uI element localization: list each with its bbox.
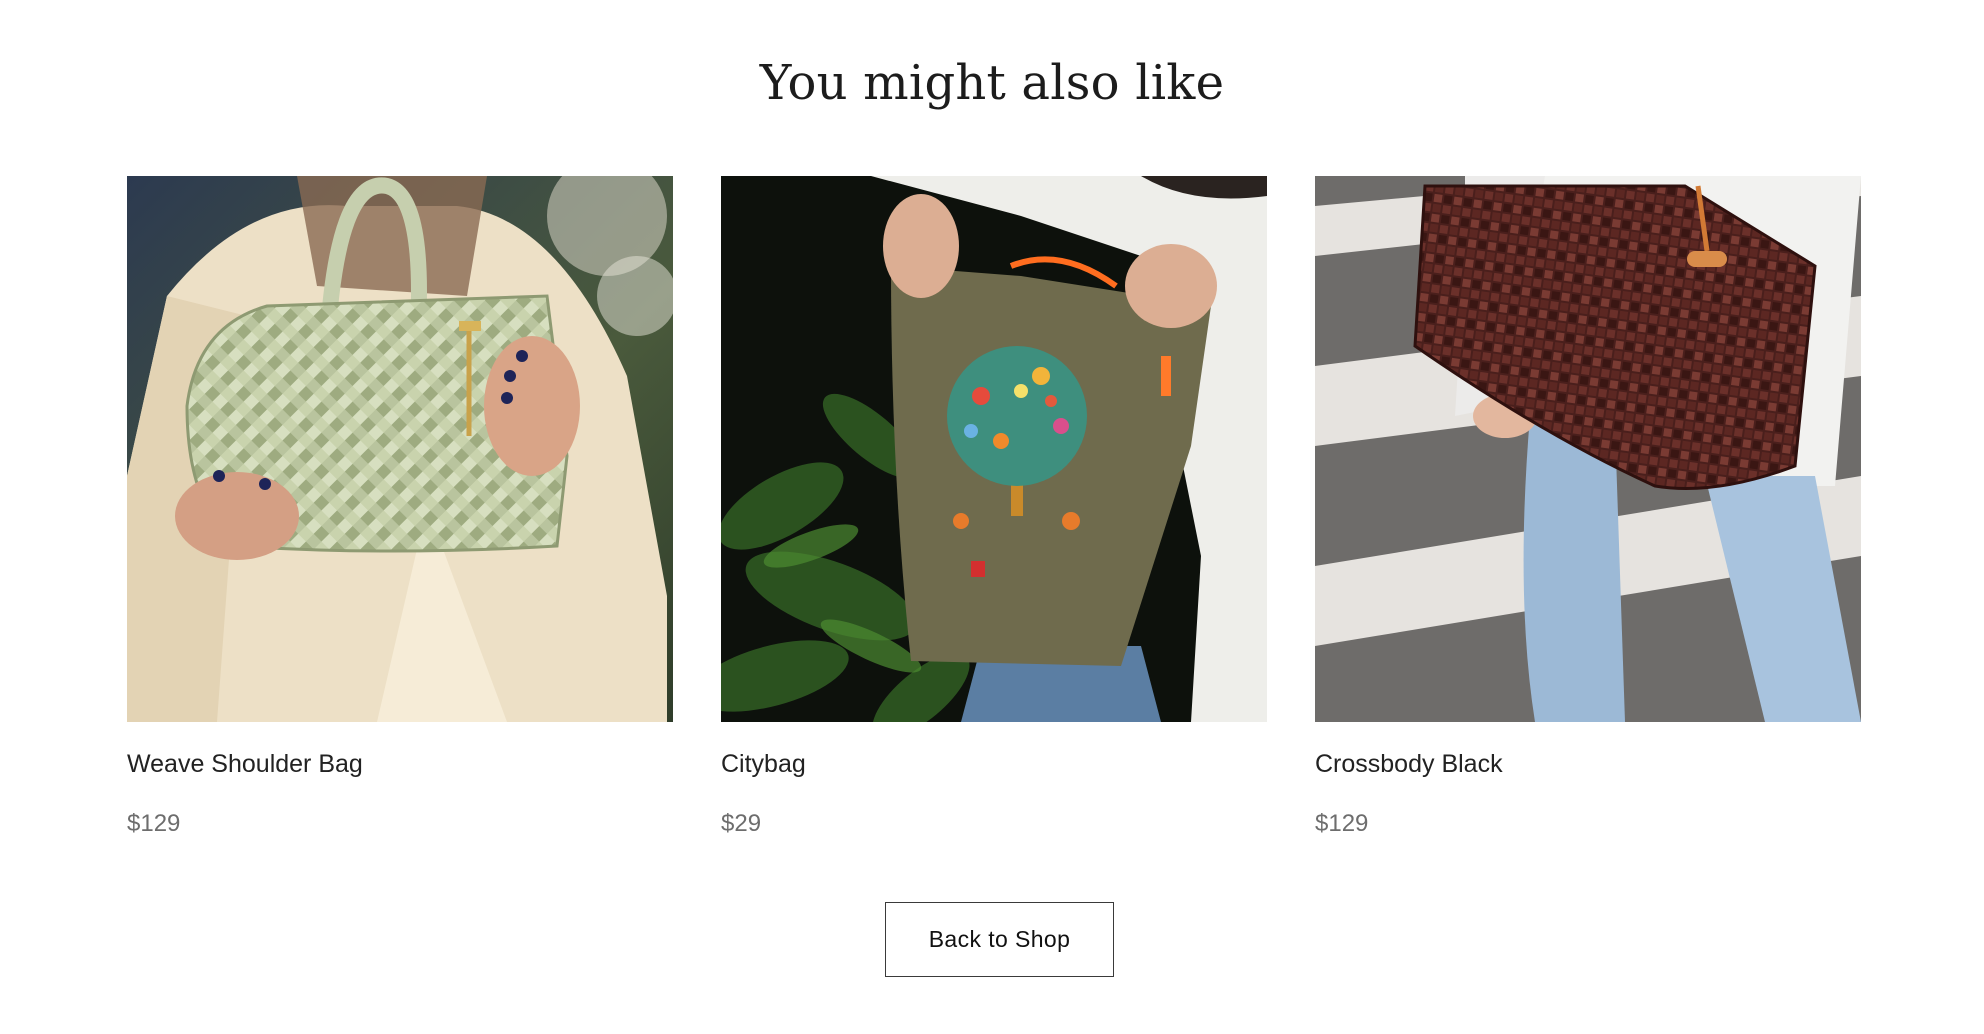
product-card-citybag[interactable]: Citybag $29	[721, 176, 1267, 840]
product-image-citybag[interactable]	[721, 176, 1267, 722]
product-price: $129	[127, 810, 181, 837]
product-name[interactable]: Crossbody Black	[1315, 748, 1861, 780]
product-name[interactable]: Weave Shoulder Bag	[127, 748, 673, 780]
product-card-weave-shoulder-bag[interactable]: Weave Shoulder Bag $129	[127, 176, 673, 840]
product-card-crossbody-black[interactable]: Crossbody Black $129	[1315, 176, 1861, 840]
product-price: $129	[1315, 810, 1369, 837]
product-name[interactable]: Citybag	[721, 748, 1267, 780]
product-image-crossbody-black[interactable]	[1315, 176, 1861, 722]
back-to-shop-button[interactable]: Back to Shop	[885, 902, 1114, 977]
product-image-weave-shoulder-bag[interactable]	[127, 176, 673, 722]
section-title: You might also like	[759, 55, 1225, 111]
product-price: $29	[721, 810, 762, 837]
product-grid: Weave Shoulder Bag $129 Citybag $29 Cros…	[127, 176, 1861, 840]
